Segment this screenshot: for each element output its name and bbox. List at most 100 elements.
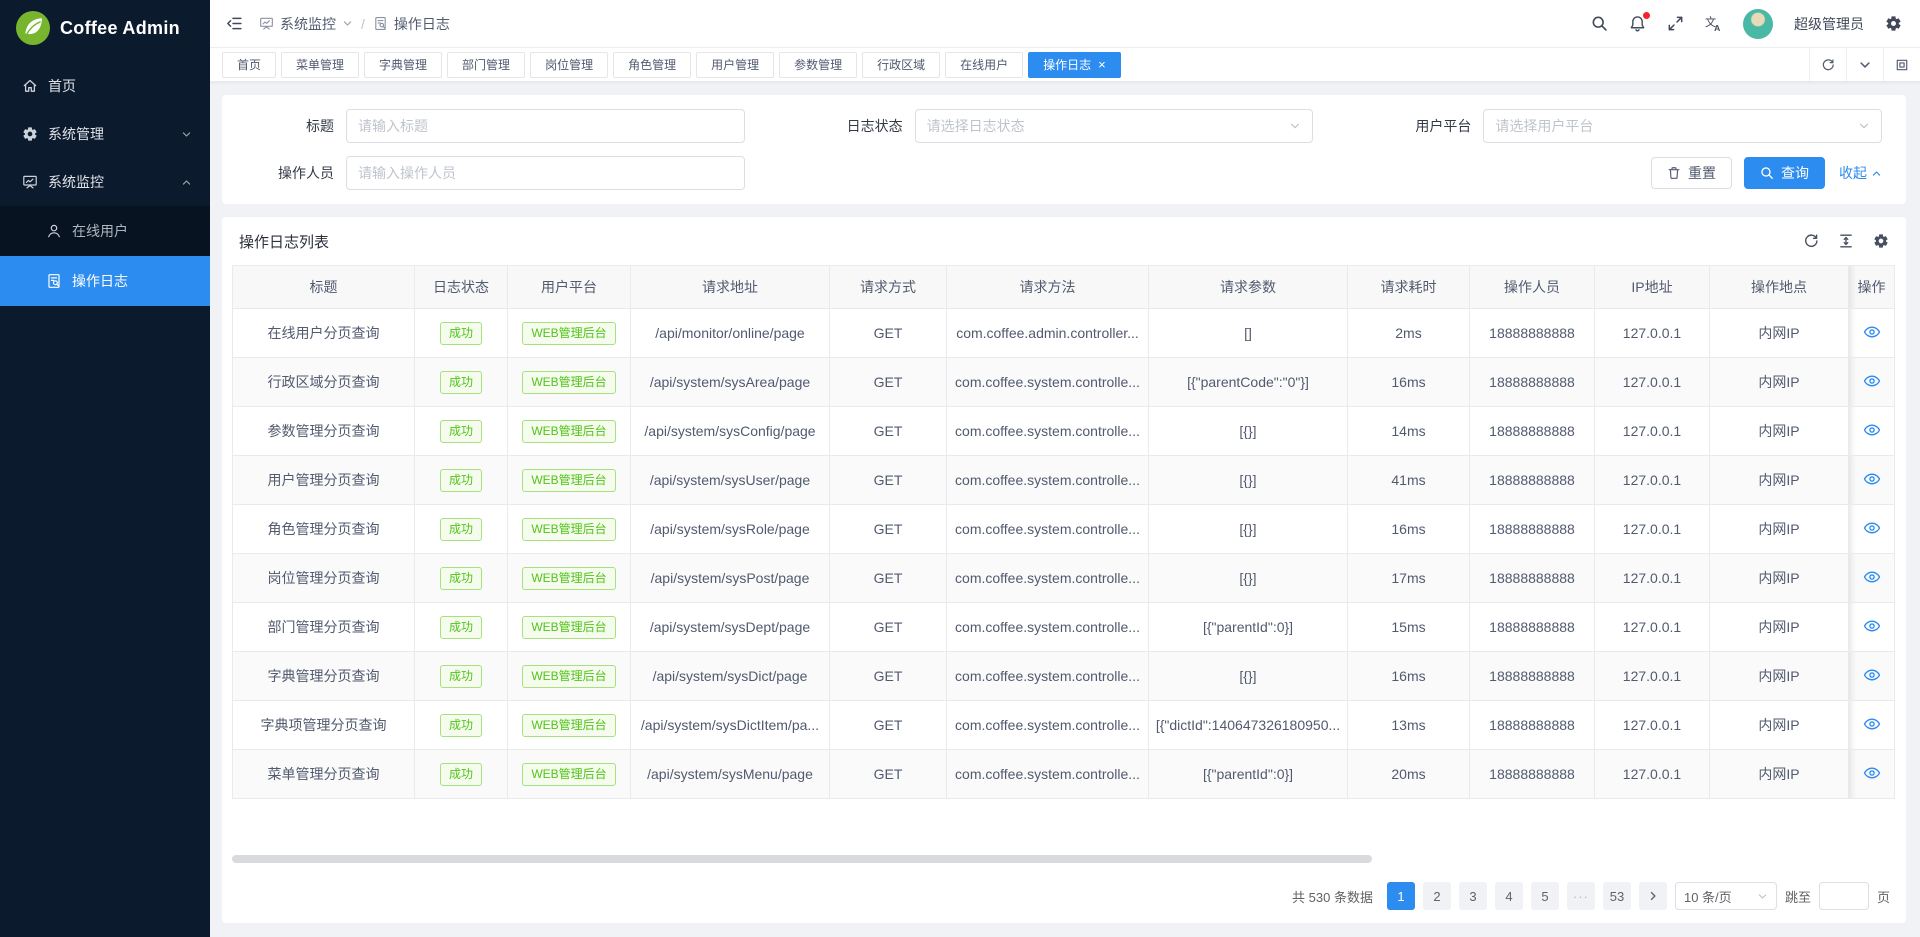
view-detail-eye-icon[interactable] [1863, 715, 1881, 733]
status-badge: 成功 [440, 714, 482, 737]
cell-function: com.coffee.system.controlle... [947, 652, 1149, 701]
cell-duration: 13ms [1348, 701, 1470, 750]
view-detail-eye-icon[interactable] [1863, 568, 1881, 586]
menu-fold-icon[interactable] [226, 15, 243, 32]
breadcrumb-item-operation-log[interactable]: 操作日志 [373, 14, 450, 34]
view-detail-eye-icon[interactable] [1863, 421, 1881, 439]
tab-4[interactable]: 岗位管理 [530, 52, 608, 78]
page-button-2[interactable]: 2 [1423, 882, 1451, 910]
platform-badge: WEB管理后台 [522, 371, 615, 394]
log-status-select[interactable]: 请选择日志状态 [915, 109, 1314, 143]
cell-location: 内网IP [1710, 358, 1849, 407]
table-title: 操作日志列表 [239, 231, 329, 252]
tab-close-icon[interactable]: × [1098, 58, 1106, 71]
cell-function: com.coffee.system.controlle... [947, 505, 1149, 554]
tab-9[interactable]: 在线用户 [945, 52, 1023, 78]
cell-ip: 127.0.0.1 [1595, 358, 1710, 407]
cell-status: 成功 [415, 701, 508, 750]
cell-method: GET [830, 407, 947, 456]
view-detail-eye-icon[interactable] [1863, 519, 1881, 537]
cell-location: 内网IP [1710, 407, 1849, 456]
operator-input[interactable] [346, 156, 745, 190]
cell-actions [1849, 407, 1895, 456]
view-detail-eye-icon[interactable] [1863, 470, 1881, 488]
status-badge: 成功 [440, 322, 482, 345]
cell-status: 成功 [415, 505, 508, 554]
view-detail-eye-icon[interactable] [1863, 666, 1881, 684]
view-detail-eye-icon[interactable] [1863, 323, 1881, 341]
next-page-button[interactable] [1639, 882, 1667, 910]
app-logo[interactable]: Coffee Admin [0, 0, 210, 56]
tab-2[interactable]: 字典管理 [364, 52, 442, 78]
view-detail-eye-icon[interactable] [1863, 617, 1881, 635]
username[interactable]: 超级管理员 [1794, 14, 1864, 34]
tab-6[interactable]: 用户管理 [696, 52, 774, 78]
horizontal-scrollbar[interactable] [232, 855, 1372, 863]
cell-method: GET [830, 309, 947, 358]
jump-page-input[interactable] [1819, 882, 1869, 910]
maximize-content-icon[interactable] [1883, 48, 1920, 81]
sidebar-menu: 首页 系统管理 系统监控 在线用户 操作日志 [0, 56, 210, 306]
tab-8[interactable]: 行政区域 [862, 52, 940, 78]
cell-actions [1849, 456, 1895, 505]
user-avatar[interactable] [1743, 9, 1773, 39]
cell-status: 成功 [415, 652, 508, 701]
cell-function: com.coffee.system.controlle... [947, 554, 1149, 603]
page-button-3[interactable]: 3 [1459, 882, 1487, 910]
row-density-icon[interactable] [1838, 233, 1854, 249]
page-size-select[interactable]: 10 条/页 [1675, 882, 1777, 910]
table-row: 在线用户分页查询成功WEB管理后台/api/monitor/online/pag… [233, 309, 1895, 358]
cell-params: [{"parentId":0}] [1149, 603, 1348, 652]
cell-duration: 17ms [1348, 554, 1470, 603]
search-button[interactable]: 查询 [1744, 157, 1825, 189]
translate-icon[interactable]: 文A [1705, 15, 1722, 32]
cell-operator: 18888888888 [1470, 701, 1595, 750]
tab-0[interactable]: 首页 [222, 52, 276, 78]
breadcrumb-item-system-monitor[interactable]: 系统监控 [259, 14, 353, 34]
cell-duration: 15ms [1348, 603, 1470, 652]
view-detail-eye-icon[interactable] [1863, 372, 1881, 390]
cell-url: /api/system/sysConfig/page [631, 407, 830, 456]
fullscreen-icon[interactable] [1667, 15, 1684, 32]
column-header-platform: 用户平台 [508, 266, 631, 309]
cell-duration: 14ms [1348, 407, 1470, 456]
log-icon [46, 273, 62, 289]
tab-10[interactable]: 操作日志× [1028, 52, 1121, 78]
tab-5[interactable]: 角色管理 [613, 52, 691, 78]
settings-gear-icon[interactable] [1885, 15, 1902, 32]
top-header: 系统监控 / 操作日志 文A 超级管理员 [210, 0, 1920, 48]
tab-1[interactable]: 菜单管理 [281, 52, 359, 78]
reset-button[interactable]: 重置 [1651, 157, 1732, 189]
page-button-1[interactable]: 1 [1387, 882, 1415, 910]
page-button-5[interactable]: 5 [1531, 882, 1559, 910]
sidebar-item-online-users[interactable]: 在线用户 [0, 206, 210, 256]
chevron-down-icon [1757, 891, 1768, 902]
tab-7[interactable]: 参数管理 [779, 52, 857, 78]
cell-platform: WEB管理后台 [508, 407, 631, 456]
refresh-table-icon[interactable] [1803, 233, 1819, 249]
cell-operator: 18888888888 [1470, 358, 1595, 407]
refresh-tab-icon[interactable] [1809, 48, 1846, 81]
notification-bell-icon[interactable] [1629, 15, 1646, 32]
column-header-title: 标题 [233, 266, 415, 309]
sidebar-item-home[interactable]: 首页 [0, 62, 210, 110]
cell-url: /api/system/sysPost/page [631, 554, 830, 603]
cell-url: /api/system/sysDept/page [631, 603, 830, 652]
tab-3[interactable]: 部门管理 [447, 52, 525, 78]
cell-platform: WEB管理后台 [508, 701, 631, 750]
title-input[interactable] [346, 109, 745, 143]
log-table-panel: 操作日志列表 标题日志状态用户平台请求地址请求方式请求方法请求参数请求耗时操作人… [222, 217, 1906, 923]
search-icon[interactable] [1591, 15, 1608, 32]
tab-menu-chevron-icon[interactable] [1846, 48, 1883, 81]
sidebar-item-operation-log[interactable]: 操作日志 [0, 256, 210, 306]
column-settings-icon[interactable] [1873, 233, 1889, 249]
sidebar-item-system-monitor[interactable]: 系统监控 [0, 158, 210, 206]
collapse-filters-link[interactable]: 收起 [1839, 163, 1882, 183]
cell-url: /api/system/sysRole/page [631, 505, 830, 554]
page-button-4[interactable]: 4 [1495, 882, 1523, 910]
cell-title: 用户管理分页查询 [233, 456, 415, 505]
user-platform-select[interactable]: 请选择用户平台 [1483, 109, 1882, 143]
sidebar-item-system-management[interactable]: 系统管理 [0, 110, 210, 158]
view-detail-eye-icon[interactable] [1863, 764, 1881, 782]
page-button-53[interactable]: 53 [1603, 882, 1631, 910]
